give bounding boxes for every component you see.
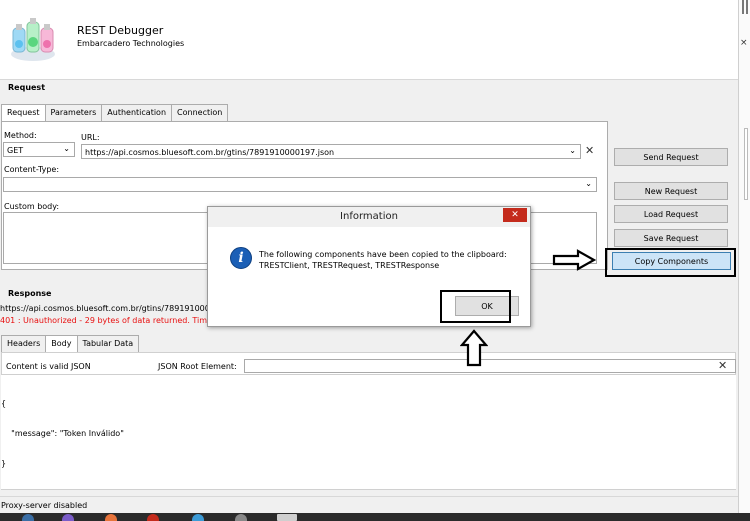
valid-json-label: Content is valid JSON bbox=[6, 362, 91, 371]
method-label: Method: bbox=[4, 131, 37, 140]
content-type-label: Content-Type: bbox=[4, 165, 60, 174]
response-body-line: { bbox=[1, 399, 7, 408]
chevron-down-icon[interactable]: ⌄ bbox=[63, 144, 70, 153]
response-url: https://api.cosmos.bluesoft.com.br/gtins… bbox=[0, 304, 207, 313]
clear-url-icon[interactable]: ✕ bbox=[585, 144, 594, 157]
response-body-line: } bbox=[1, 459, 7, 468]
background-scrollbar[interactable] bbox=[744, 128, 748, 200]
url-input[interactable]: https://api.cosmos.bluesoft.com.br/gtins… bbox=[81, 144, 581, 159]
chevron-down-icon[interactable]: ⌄ bbox=[569, 146, 576, 155]
flask-bottles-icon bbox=[11, 18, 55, 61]
tab-tabular-data[interactable]: Tabular Data bbox=[76, 335, 140, 352]
tab-request[interactable]: Request bbox=[1, 104, 46, 122]
new-request-button[interactable]: New Request bbox=[614, 182, 728, 200]
copy-components-highlight bbox=[605, 248, 736, 277]
app-subtitle: Embarcadero Technologies bbox=[77, 39, 185, 48]
window-edge-glyph bbox=[746, 0, 748, 14]
dialog-message-line: TRESTClient, TRESTRequest, TRESTResponse bbox=[259, 261, 440, 270]
hollow-arrow-up-icon bbox=[460, 329, 488, 367]
taskbar-app-icon-3[interactable] bbox=[105, 514, 117, 521]
background-close-icon[interactable]: × bbox=[740, 38, 748, 48]
window-edge-glyph bbox=[742, 0, 744, 14]
taskbar-app-icon-7[interactable] bbox=[277, 514, 297, 521]
taskbar-app-icon-5[interactable] bbox=[192, 514, 204, 521]
json-root-label: JSON Root Element: bbox=[158, 362, 237, 371]
dialog-message-line: The following components have been copie… bbox=[259, 250, 507, 259]
status-bar: Proxy-server disabled bbox=[0, 496, 738, 513]
method-value: GET bbox=[7, 146, 24, 155]
send-request-button[interactable]: Send Request bbox=[614, 148, 728, 166]
load-request-button[interactable]: Load Request bbox=[614, 205, 728, 223]
request-tabs: Request Parameters Authentication Connec… bbox=[1, 104, 229, 122]
app-header: REST Debugger Embarcadero Technologies bbox=[0, 0, 738, 80]
tab-body[interactable]: Body bbox=[45, 335, 78, 353]
dialog-title: Information bbox=[208, 207, 530, 227]
custom-body-label: Custom body: bbox=[4, 202, 60, 211]
ok-button-highlight bbox=[440, 290, 511, 323]
content-type-select[interactable]: ⌄ bbox=[3, 177, 597, 192]
tab-authentication[interactable]: Authentication bbox=[101, 104, 173, 121]
url-value: https://api.cosmos.bluesoft.com.br/gtins… bbox=[85, 148, 335, 157]
save-request-button[interactable]: Save Request bbox=[614, 229, 728, 247]
background-window-edge bbox=[738, 0, 750, 521]
app-title: REST Debugger bbox=[77, 24, 164, 37]
response-body-text: { "message": "Token Inválido" } bbox=[1, 379, 124, 479]
chevron-down-icon[interactable]: ⌄ bbox=[585, 179, 592, 188]
url-label: URL: bbox=[81, 133, 100, 142]
response-tabs: Headers Body Tabular Data bbox=[1, 335, 140, 353]
taskbar-app-icon-4[interactable] bbox=[147, 514, 159, 521]
tab-connection[interactable]: Connection bbox=[171, 104, 229, 121]
json-root-input[interactable] bbox=[244, 359, 736, 373]
info-icon: i bbox=[230, 247, 252, 269]
dialog-message: The following components have been copie… bbox=[259, 249, 521, 271]
tab-headers[interactable]: Headers bbox=[1, 335, 47, 352]
response-section-title: Response bbox=[8, 289, 52, 298]
status-bar-text: Proxy-server disabled bbox=[1, 501, 88, 510]
clear-json-root-icon[interactable]: ✕ bbox=[718, 359, 727, 372]
taskbar-app-icon-6[interactable] bbox=[235, 514, 247, 521]
hollow-arrow-right-icon bbox=[552, 249, 596, 271]
dialog-close-button[interactable]: ✕ bbox=[503, 208, 527, 222]
response-body-line: "message": "Token Inválido" bbox=[1, 429, 124, 438]
request-section-title: Request bbox=[8, 83, 46, 92]
response-status: 401 : Unauthorized - 29 bytes of data re… bbox=[0, 316, 207, 325]
method-select[interactable]: GET ⌄ bbox=[3, 142, 75, 157]
tab-parameters[interactable]: Parameters bbox=[44, 104, 103, 121]
taskbar-app-icon-2[interactable] bbox=[62, 514, 74, 521]
taskbar-app-icon-1[interactable] bbox=[22, 514, 34, 521]
